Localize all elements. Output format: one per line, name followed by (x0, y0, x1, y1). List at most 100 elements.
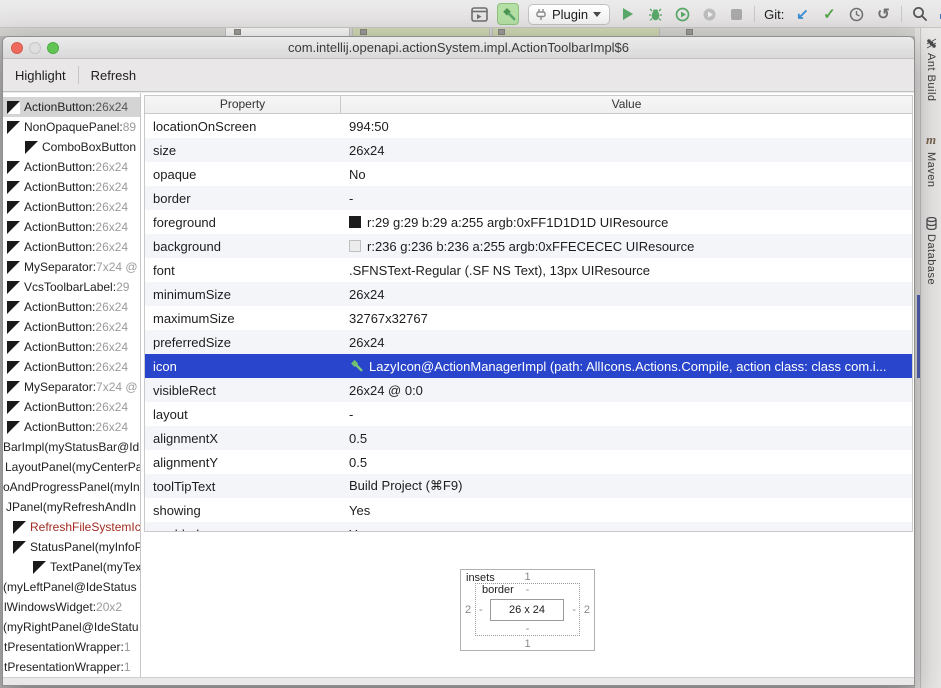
tree-item[interactable]: JPanel(myRefreshAndIn (3, 497, 140, 517)
tree-item[interactable]: ActionButton: 26x24 (3, 177, 140, 197)
tree-item[interactable]: NonOpaquePanel: 89 (3, 117, 140, 137)
tree-item-size: 20x2 (96, 600, 122, 614)
column-header-property[interactable]: Property (145, 96, 341, 113)
tree-item[interactable]: tPresentationWrapper: 1 (3, 657, 140, 677)
property-row[interactable]: backgroundr:236 g:236 b:236 a:255 argb:0… (145, 234, 912, 258)
border-box: border - - - - 26 x 24 (475, 583, 580, 636)
tree-item-name: BarImpl(myStatusBar@Id (3, 440, 139, 454)
property-row[interactable]: font.SFNSText-Regular (.SF NS Text), 13p… (145, 258, 912, 282)
component-icon (7, 201, 20, 214)
toolwindow-tab-database[interactable]: Database (925, 217, 937, 285)
toolwindow-tab-ant-build[interactable]: Ant Build (925, 38, 937, 102)
property-value: No (341, 167, 912, 182)
highlight-button[interactable]: Highlight (15, 68, 66, 83)
property-row[interactable]: border- (145, 186, 912, 210)
editor-tab[interactable] (352, 28, 490, 36)
run-icon[interactable] (619, 4, 637, 24)
toolwindow-tab-label: Maven (925, 152, 937, 188)
tree-item-name: ActionButton: (24, 400, 95, 414)
tree-item[interactable]: VcsToolbarLabel: 29 (3, 277, 140, 297)
refresh-button[interactable]: Refresh (91, 68, 137, 83)
property-name: opaque (145, 167, 341, 182)
component-icon (7, 101, 20, 114)
build-hammer-icon[interactable] (497, 3, 519, 25)
property-row[interactable]: opaqueNo (145, 162, 912, 186)
column-header-value[interactable]: Value (341, 96, 912, 113)
property-value-text: 0.5 (349, 455, 367, 470)
tree-item[interactable]: ActionButton: 26x24 (3, 357, 140, 377)
profiler-icon[interactable] (700, 4, 718, 24)
property-row[interactable]: toolTipTextBuild Project (⌘F9) (145, 474, 912, 498)
tree-item-size: 26x24 (95, 340, 128, 354)
tree-item[interactable]: MySeparator: 7x24 @ (3, 377, 140, 397)
tree-item[interactable]: StatusPanel(myInfoP (3, 537, 140, 557)
tree-item[interactable]: ActionButton: 26x24 (3, 97, 140, 117)
tree-item[interactable]: (myLeftPanel@IdeStatus (3, 577, 140, 597)
tree-item[interactable]: ActionButton: 26x24 (3, 417, 140, 437)
toolwindow-tab-maven[interactable]: m Maven (925, 132, 937, 188)
tree-item[interactable]: ActionButton: 26x24 (3, 197, 140, 217)
property-row[interactable]: alignmentY0.5 (145, 450, 912, 474)
tree-item[interactable]: MySeparator: 7x24 @ (3, 257, 140, 277)
file-icon (686, 29, 693, 35)
minimize-window-button[interactable] (29, 42, 41, 54)
property-row[interactable]: enabledYes (145, 522, 912, 532)
run-configuration-select[interactable]: Plugin (528, 4, 610, 25)
git-commit-icon[interactable]: ✓ (820, 4, 838, 24)
git-update-icon[interactable]: ↙ (793, 4, 811, 24)
color-swatch (349, 240, 361, 252)
property-table: Property Value locationOnScreen994:50siz… (144, 95, 913, 532)
tree-item-name: (myRightPanel@IdeStatu (3, 620, 139, 634)
tree-item[interactable]: ActionButton: 26x24 (3, 217, 140, 237)
file-icon (234, 29, 241, 35)
property-row[interactable]: alignmentX0.5 (145, 426, 912, 450)
inspector-content: ActionButton: 26x24NonOpaquePanel: 89Com… (3, 93, 914, 677)
tree-item[interactable]: ActionButton: 26x24 (3, 337, 140, 357)
history-icon[interactable] (847, 4, 865, 24)
toolbar-separator (78, 66, 79, 84)
property-panel: Property Value locationOnScreen994:50siz… (142, 93, 914, 677)
tree-item[interactable]: ActionButton: 26x24 (3, 317, 140, 337)
scroll-indicator[interactable] (917, 295, 920, 378)
tree-item[interactable]: tPresentationWrapper: 1 (3, 637, 140, 657)
close-window-button[interactable] (11, 42, 23, 54)
tree-item-name: ComboBoxButton (42, 140, 136, 154)
editor-tab[interactable] (492, 28, 660, 36)
insets-right-value: 2 (584, 604, 590, 616)
property-row[interactable]: locationOnScreen994:50 (145, 114, 912, 138)
tree-item[interactable]: TextPanel(myTex (3, 557, 140, 577)
zoom-window-button[interactable] (47, 42, 59, 54)
tree-item[interactable]: ActionButton: 26x24 (3, 237, 140, 257)
debug-icon[interactable] (646, 4, 664, 24)
property-row[interactable]: size26x24 (145, 138, 912, 162)
ui-inspector-dialog: com.intellij.openapi.actionSystem.impl.A… (2, 36, 915, 686)
tree-item[interactable]: ComboBoxButton (3, 137, 140, 157)
rollback-icon[interactable]: ↺ (874, 4, 892, 24)
tree-item[interactable]: ActionButton: 26x24 (3, 297, 140, 317)
property-row[interactable]: foregroundr:29 g:29 b:29 a:255 argb:0xFF… (145, 210, 912, 234)
database-icon (926, 217, 937, 230)
tree-item[interactable]: oAndProgressPanel(myIn (3, 477, 140, 497)
toolwindow-icon[interactable] (470, 4, 488, 24)
tree-item[interactable]: ActionButton: 26x24 (3, 157, 140, 177)
stop-icon[interactable] (727, 4, 745, 24)
chevron-down-icon (593, 12, 601, 17)
property-row[interactable]: iconLazyIcon@ActionManagerImpl (path: Al… (145, 354, 912, 378)
property-row[interactable]: visibleRect26x24 @ 0:0 (145, 378, 912, 402)
tree-item[interactable]: lWindowsWidget: 20x2 (3, 597, 140, 617)
tree-item[interactable]: BarImpl(myStatusBar@Id (3, 437, 140, 457)
property-row[interactable]: minimumSize26x24 (145, 282, 912, 306)
property-row[interactable]: showingYes (145, 498, 912, 522)
property-value-text: 26x24 (349, 335, 384, 350)
editor-tab[interactable] (225, 28, 350, 36)
run-coverage-icon[interactable] (673, 4, 691, 24)
tree-item[interactable]: LayoutPanel(myCenterPa (3, 457, 140, 477)
tree-item[interactable]: (myRightPanel@IdeStatu (3, 617, 140, 637)
search-icon[interactable] (911, 4, 929, 24)
property-row[interactable]: maximumSize32767x32767 (145, 306, 912, 330)
tree-item[interactable]: ActionButton: 26x24 (3, 397, 140, 417)
property-row[interactable]: layout- (145, 402, 912, 426)
tree-item[interactable]: RefreshFileSystemIc (3, 517, 140, 537)
dialog-titlebar[interactable]: com.intellij.openapi.actionSystem.impl.A… (3, 37, 914, 59)
property-row[interactable]: preferredSize26x24 (145, 330, 912, 354)
